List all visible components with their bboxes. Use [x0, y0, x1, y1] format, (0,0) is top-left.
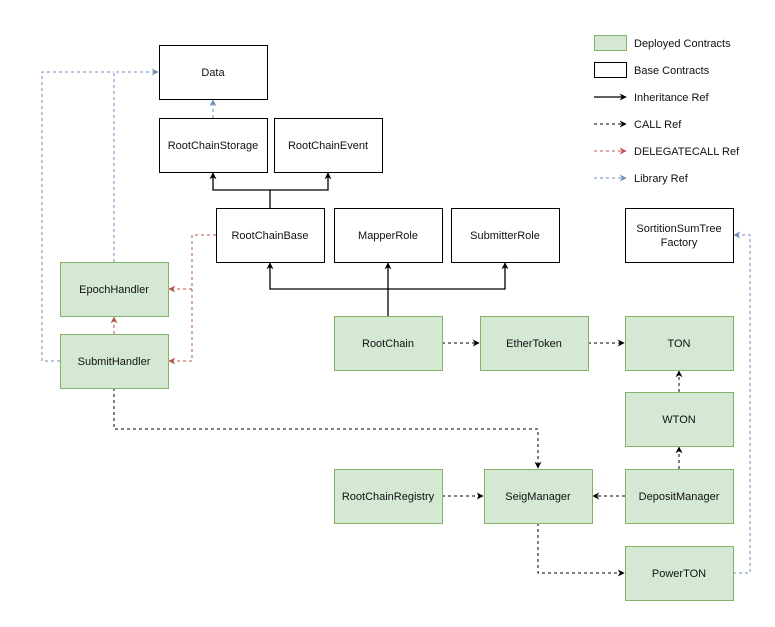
edge-inheritance-rootchain-to-rootchain-base — [266, 262, 389, 316]
node-label: SubmitHandler — [78, 356, 151, 368]
legend-label: DELEGATECALL Ref — [634, 146, 740, 158]
edge-inheritance-rootchain-base-to-rootchain-storage — [209, 172, 271, 208]
edge-call-seig-manager-to-power-ton — [537, 523, 625, 577]
node-label: EpochHandler — [79, 284, 149, 296]
legend-item-delegatecall: DELEGATECALL Ref — [594, 146, 740, 158]
node-submit-handler[interactable]: SubmitHandler — [60, 334, 169, 389]
edge-delegatecall-rootchain-base-to-submit-handler — [168, 289, 193, 365]
node-label: RootChainStorage — [168, 140, 259, 152]
edge-inheritance-rootchain-base-to-rootchain-event — [270, 172, 332, 191]
node-label: Factory — [661, 237, 698, 249]
legend-label: Base Contracts — [634, 65, 710, 77]
node-label: DepositManager — [639, 491, 720, 503]
node-label: WTON — [662, 414, 695, 426]
nodes-layer: Data RootChainStorage RootChainEvent RootCh… — [60, 45, 734, 601]
node-sortition-sum-tree-factory[interactable]: SortitionSumTree Factory — [625, 208, 734, 263]
node-mapper-role[interactable]: MapperRole — [334, 208, 443, 263]
node-ton[interactable]: TON — [625, 316, 734, 371]
node-label: TON — [667, 338, 690, 350]
node-submitter-role[interactable]: SubmitterRole — [451, 208, 560, 263]
node-label: RootChain — [362, 338, 414, 350]
node-label: RootChainEvent — [288, 140, 368, 152]
node-box — [625, 208, 734, 263]
node-data[interactable]: Data — [159, 45, 268, 100]
deployed-swatch — [594, 35, 627, 51]
legend-label: Library Ref — [634, 173, 689, 185]
node-rootchain-base[interactable]: RootChainBase — [216, 208, 325, 263]
legend-item-library: Library Ref — [594, 173, 689, 185]
node-seig-manager[interactable]: SeigManager — [484, 469, 593, 524]
node-power-ton[interactable]: PowerTON — [625, 546, 734, 601]
node-label: SubmitterRole — [470, 230, 540, 242]
node-label: Data — [201, 67, 225, 79]
edge-library-submit-handler-to-data — [41, 71, 114, 362]
edge-call-submit-handler-to-seig-manager — [113, 388, 542, 469]
node-label: SeigManager — [505, 491, 571, 503]
node-label: SortitionSumTree — [636, 223, 721, 235]
node-rootchain[interactable]: RootChain — [334, 316, 443, 371]
node-label: RootChainRegistry — [342, 491, 435, 503]
legend-item-deployed: Deployed Contracts — [594, 35, 731, 51]
edge-library-power-ton-to-sortition-sum-tree-factory — [733, 231, 751, 574]
node-label: MapperRole — [358, 230, 418, 242]
legend-label: Deployed Contracts — [634, 38, 731, 50]
edge-delegatecall-rootchain-base-to-epoch-handler — [168, 234, 216, 293]
node-wton[interactable]: WTON — [625, 392, 734, 447]
legend-item-base: Base Contracts — [594, 62, 710, 78]
node-label: EtherToken — [506, 338, 562, 350]
node-rootchain-event[interactable]: RootChainEvent — [274, 118, 383, 173]
node-rootchain-registry[interactable]: RootChainRegistry — [334, 469, 443, 524]
node-label: RootChainBase — [231, 230, 308, 242]
node-deposit-manager[interactable]: DepositManager — [625, 469, 734, 524]
edge-library-epoch-handler-to-data — [113, 68, 159, 262]
edge-inheritance-rootchain-to-submitter-role — [388, 262, 509, 290]
legend: Deployed Contracts Base Contracts Inherita… — [594, 35, 740, 185]
base-swatch — [594, 62, 627, 78]
legend-item-call: CALL Ref — [594, 119, 682, 131]
contract-diagram: Data RootChainStorage RootChainEvent RootCh… — [41, 35, 751, 601]
legend-label: Inheritance Ref — [634, 92, 710, 104]
node-epoch-handler[interactable]: EpochHandler — [60, 262, 169, 317]
node-rootchain-storage[interactable]: RootChainStorage — [159, 118, 268, 173]
node-label: PowerTON — [652, 568, 706, 580]
node-ether-token[interactable]: EtherToken — [480, 316, 589, 371]
legend-label: CALL Ref — [634, 119, 682, 131]
legend-item-inheritance: Inheritance Ref — [594, 92, 710, 104]
